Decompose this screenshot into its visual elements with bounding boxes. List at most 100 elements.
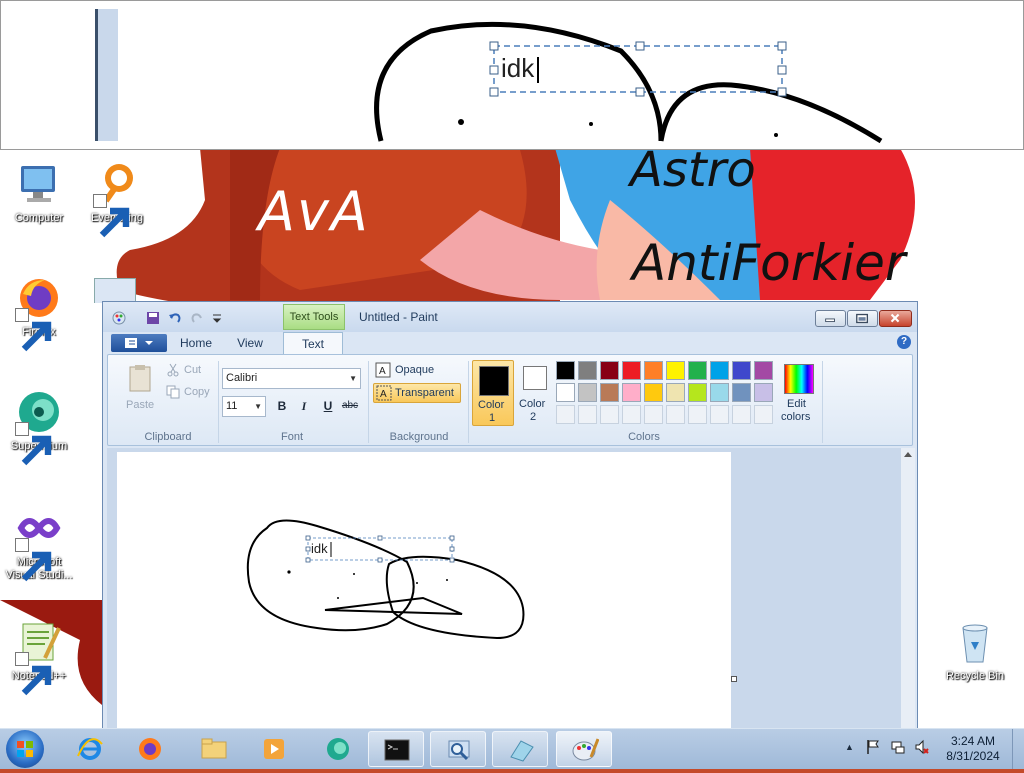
palette-swatch[interactable] <box>600 361 619 380</box>
firefox-icon <box>139 738 161 760</box>
custom-color-slot[interactable] <box>754 405 773 424</box>
save-icon[interactable] <box>145 310 161 326</box>
canvas-resize-handle[interactable] <box>731 676 737 682</box>
group-separator <box>822 361 823 443</box>
palette-swatch[interactable] <box>688 383 707 402</box>
bold-button[interactable]: B <box>272 397 292 415</box>
transparent-button[interactable]: A Transparent <box>373 383 461 403</box>
action-center-flag-icon[interactable] <box>866 739 880 758</box>
desktop-icon-everything[interactable]: Everything <box>80 160 154 238</box>
custom-color-slot[interactable] <box>556 405 575 424</box>
chevron-down-icon: ▼ <box>349 374 357 383</box>
palette-swatch[interactable] <box>556 361 575 380</box>
wallpaper-text-ava: AvA <box>258 180 370 243</box>
color2-button[interactable]: Color 2 <box>516 360 554 426</box>
desktop-icon-firefox[interactable]: Firefox <box>2 274 76 352</box>
taskbar-media-player-button[interactable] <box>246 731 302 767</box>
recycle-bin-icon <box>951 618 999 666</box>
taskbar-firefox-button[interactable] <box>122 731 178 767</box>
desktop-icon-visual-studio[interactable]: Microsoft Visual Studi... <box>2 504 76 582</box>
taskbar-cmd-button[interactable] <box>368 731 424 767</box>
palette-swatch[interactable] <box>754 383 773 402</box>
show-hidden-icons-icon[interactable]: ▲ <box>845 742 854 752</box>
edit-colors-label2: colors <box>781 411 811 423</box>
palette-swatch[interactable] <box>622 383 641 402</box>
scroll-up-arrow-icon[interactable] <box>904 452 912 457</box>
custom-color-slot[interactable] <box>666 405 685 424</box>
palette-swatch[interactable] <box>578 383 597 402</box>
palette-swatch[interactable] <box>578 361 597 380</box>
taskbar-supermium-button[interactable] <box>310 731 366 767</box>
italic-button[interactable]: I <box>294 397 314 415</box>
palette-swatch[interactable] <box>666 383 685 402</box>
custom-color-slot[interactable] <box>688 405 707 424</box>
taskbar-notepad-button[interactable] <box>492 731 548 767</box>
copy-button[interactable]: Copy <box>166 385 218 401</box>
palette-swatch[interactable] <box>754 361 773 380</box>
customize-qat-icon[interactable] <box>209 310 225 326</box>
desktop-icon-recycle-bin[interactable]: Recycle Bin <box>938 618 1012 683</box>
color1-button[interactable]: Color 1 <box>472 360 514 426</box>
taskbar-paint-button[interactable] <box>556 731 612 767</box>
palette-swatch[interactable] <box>688 361 707 380</box>
shortcut-arrow-icon <box>93 194 130 238</box>
colors-group-label: Colors <box>628 431 660 443</box>
taskbar-ie-button[interactable] <box>62 731 118 767</box>
minimize-icon <box>825 318 835 323</box>
tab-home[interactable]: Home <box>173 332 219 354</box>
underline-button[interactable]: U <box>318 397 338 415</box>
palette-swatch[interactable] <box>644 361 663 380</box>
custom-color-slot[interactable] <box>710 405 729 424</box>
vertical-scrollbar[interactable] <box>901 448 915 730</box>
custom-color-slot[interactable] <box>578 405 597 424</box>
volume-muted-icon[interactable] <box>914 739 930 758</box>
copy-icon <box>166 385 180 399</box>
start-button[interactable] <box>6 730 44 768</box>
tab-view[interactable]: View <box>227 332 273 354</box>
hidden-desktop-icon[interactable] <box>94 278 136 303</box>
custom-color-slot[interactable] <box>600 405 619 424</box>
palette-swatch[interactable] <box>710 383 729 402</box>
palette-swatch[interactable] <box>556 383 575 402</box>
show-desktop-button[interactable] <box>1012 729 1024 769</box>
help-icon[interactable]: ? <box>897 335 911 349</box>
custom-color-slot[interactable] <box>622 405 641 424</box>
palette-swatch[interactable] <box>710 361 729 380</box>
paste-button[interactable]: Paste <box>120 361 160 415</box>
palette-swatch[interactable] <box>644 383 663 402</box>
maximize-button[interactable] <box>847 310 878 327</box>
title-bar: Text Tools Untitled - Paint <box>103 302 917 332</box>
taskbar-magnifier-button[interactable] <box>430 731 486 767</box>
paint-app-icon[interactable] <box>111 310 127 326</box>
custom-color-slot[interactable] <box>732 405 751 424</box>
network-icon[interactable] <box>890 739 906 758</box>
palette-swatch[interactable] <box>732 383 751 402</box>
tab-text[interactable]: Text <box>283 332 343 354</box>
undo-icon[interactable] <box>167 310 183 326</box>
paint-menu-button[interactable] <box>111 334 167 352</box>
redo-icon[interactable] <box>189 310 205 326</box>
cut-button[interactable]: Cut <box>166 363 214 379</box>
menu-icon <box>125 338 153 348</box>
close-button[interactable] <box>879 310 912 327</box>
supermium-icon <box>327 738 349 760</box>
palette-swatch[interactable] <box>600 383 619 402</box>
desktop-icon-computer[interactable]: Computer <box>2 160 76 225</box>
palette-swatch[interactable] <box>622 361 641 380</box>
custom-color-slot[interactable] <box>644 405 663 424</box>
canvas-text-box[interactable]: idk <box>311 541 328 556</box>
system-clock[interactable]: 3:24 AM 8/31/2024 <box>940 734 1006 764</box>
palette-swatch[interactable] <box>666 361 685 380</box>
opaque-button[interactable]: A Opaque <box>373 361 461 379</box>
taskbar-explorer-button[interactable] <box>186 731 242 767</box>
desktop-icon-notepadpp[interactable]: Notepad++ <box>2 618 76 696</box>
font-family-select[interactable]: Calibri ▼ <box>222 368 361 389</box>
drawing-canvas[interactable]: idk <box>117 452 731 730</box>
strikethrough-button[interactable]: abc <box>340 397 360 415</box>
color-palette <box>556 361 778 427</box>
edit-colors-button[interactable]: Edit colors <box>778 360 818 426</box>
desktop-icon-supermium[interactable]: Supermium <box>2 388 76 466</box>
palette-swatch[interactable] <box>732 361 751 380</box>
minimize-button[interactable] <box>815 310 846 327</box>
font-size-select[interactable]: 11 ▼ <box>222 396 266 417</box>
